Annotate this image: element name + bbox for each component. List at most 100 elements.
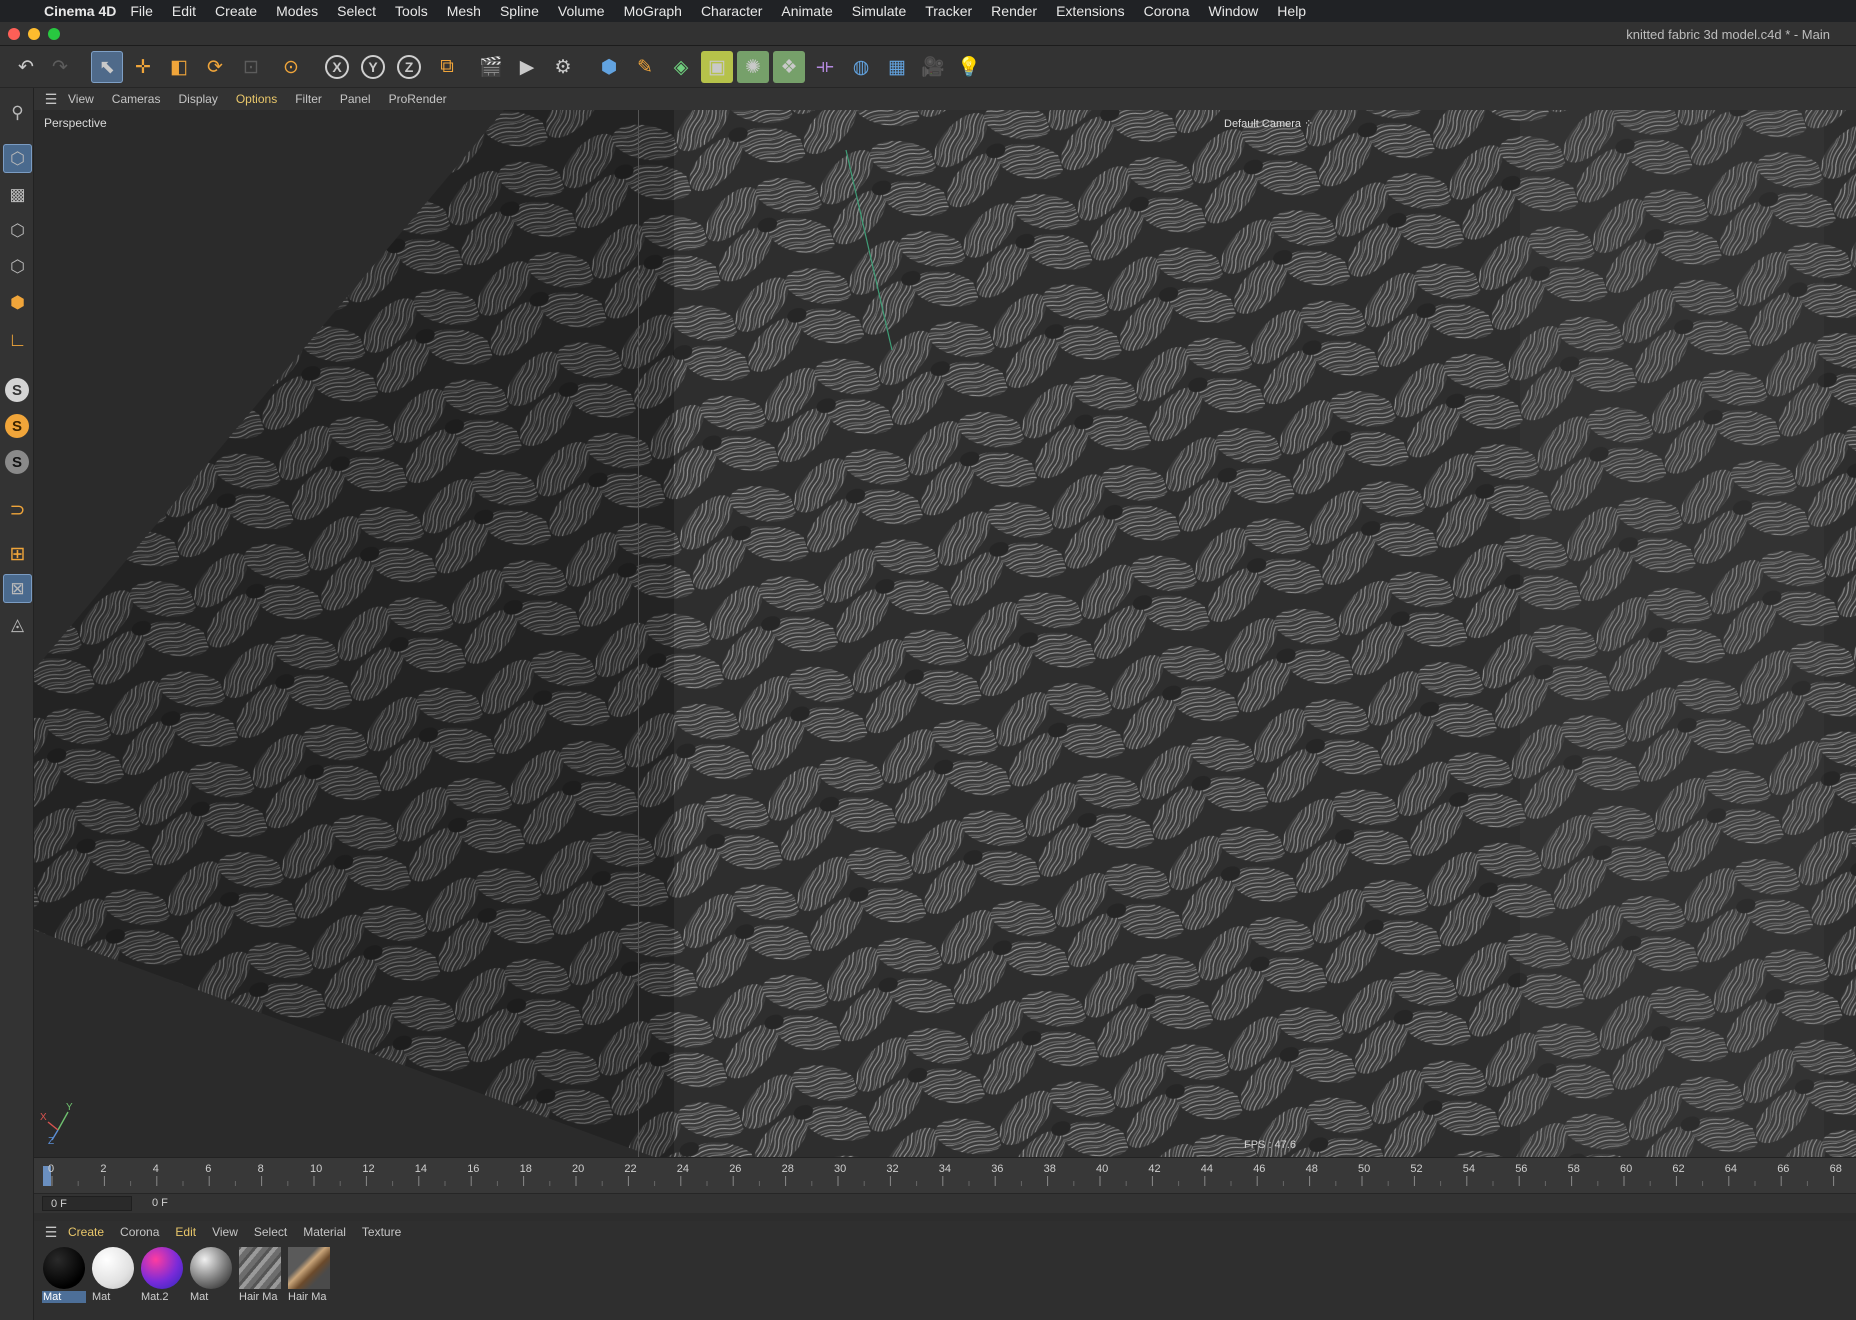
viewport-menu-filter[interactable]: Filter	[295, 92, 322, 106]
timeline-ruler[interactable]: 0 2 4 6 8 10 12 14 16 18 20 22 24 26 28 30 32 34 36 38 40 42 4…	[34, 1157, 1856, 1193]
menu-tools[interactable]: Tools	[395, 3, 428, 19]
locked-workplane-icon[interactable]: ⊠	[3, 574, 32, 603]
edges-mode-icon[interactable]: ⬡	[3, 252, 32, 281]
points-mode-icon[interactable]: ⬡	[3, 216, 32, 245]
recent-tool-icon[interactable]: ⊡	[235, 51, 267, 83]
make-editable-icon[interactable]: ⚲	[3, 98, 32, 127]
axis-mode-icon[interactable]: ∟	[3, 326, 32, 355]
timeline-ticks: 0 2 4 6 8 10 12 14 16 18 20 22 24 26 28 30 32 34 36 38 40 42 4…	[43, 1163, 1842, 1186]
light-object-icon[interactable]: 💡	[953, 51, 985, 83]
material-swatch[interactable]: Mat	[91, 1246, 135, 1308]
select-tool-icon[interactable]: ⬉	[91, 51, 123, 83]
timeline-tick-label: 64	[1725, 1163, 1737, 1175]
window-minimize-button[interactable]	[28, 28, 40, 40]
timeline-tick-label: 0	[48, 1163, 54, 1175]
pen-tool-icon[interactable]: ✎	[629, 51, 661, 83]
window-close-button[interactable]	[8, 28, 20, 40]
material-menu-edit[interactable]: Edit	[175, 1225, 196, 1239]
window-zoom-button[interactable]	[48, 28, 60, 40]
current-frame-readout: 0 F	[152, 1197, 168, 1209]
viewport-menu-prorender[interactable]: ProRender	[389, 92, 447, 106]
menu-volume[interactable]: Volume	[558, 3, 605, 19]
menu-mesh[interactable]: Mesh	[447, 3, 481, 19]
material-swatch[interactable]: Hair Ma	[238, 1246, 282, 1308]
undo-icon[interactable]: ↶	[10, 51, 42, 83]
planar-workplane-icon[interactable]: ◬	[3, 610, 32, 639]
cloner-icon[interactable]: ✺	[737, 51, 769, 83]
polygons-mode-icon[interactable]: ⬢	[3, 288, 32, 317]
cube-object-icon[interactable]: ⬢	[593, 51, 625, 83]
render-picture-viewer-icon[interactable]: ▶	[511, 51, 543, 83]
viewport-camera-label[interactable]: Default Camera ⁘	[1224, 117, 1313, 130]
deformer-icon[interactable]: ⟛	[809, 51, 841, 83]
render-settings-icon[interactable]: ⚙	[547, 51, 579, 83]
solo-off-icon[interactable]: S	[5, 378, 29, 402]
menu-simulate[interactable]: Simulate	[852, 3, 906, 19]
material-preview-hair-brown	[288, 1247, 330, 1289]
material-name: Mat	[190, 1291, 209, 1303]
viewport-menu-icon[interactable]: ☰	[34, 91, 68, 108]
menu-select[interactable]: Select	[337, 3, 376, 19]
menu-mograph[interactable]: MoGraph	[624, 3, 682, 19]
floor-object-icon[interactable]: ▦	[881, 51, 913, 83]
material-menu-view[interactable]: View	[212, 1225, 238, 1239]
material-swatch[interactable]: Mat	[42, 1246, 86, 1308]
menu-create[interactable]: Create	[215, 3, 257, 19]
scale-tool-icon[interactable]: ◧	[163, 51, 195, 83]
mograph-icon[interactable]: ❖	[773, 51, 805, 83]
perspective-viewport[interactable]: Perspective Default Camera ⁘ FPS : 47.6 …	[34, 110, 1856, 1157]
menu-window[interactable]: Window	[1209, 3, 1259, 19]
menu-character[interactable]: Character	[701, 3, 762, 19]
material-name: Mat	[42, 1291, 86, 1303]
material-swatch[interactable]: Mat	[189, 1246, 233, 1308]
menu-extensions[interactable]: Extensions	[1056, 3, 1124, 19]
material-menu-icon[interactable]: ☰	[34, 1224, 68, 1241]
texture-mode-icon[interactable]: ▩	[3, 180, 32, 209]
rotate-tool-icon[interactable]: ⟳	[199, 51, 231, 83]
menu-animate[interactable]: Animate	[781, 3, 832, 19]
menu-tracker[interactable]: Tracker	[925, 3, 972, 19]
extrude-generator-icon[interactable]: ▣	[701, 51, 733, 83]
live-selection-icon[interactable]: ⊙	[275, 51, 307, 83]
material-menu-select[interactable]: Select	[254, 1225, 287, 1239]
field-icon[interactable]: ◍	[845, 51, 877, 83]
coordinate-system-icon[interactable]: ⧉	[431, 51, 463, 83]
menu-app-name[interactable]: Cinema 4D	[44, 3, 116, 19]
workplane-icon[interactable]: ⊞	[3, 540, 32, 569]
material-menu-material[interactable]: Material	[303, 1225, 346, 1239]
timeline-tick-label: 44	[1201, 1163, 1213, 1175]
menu-modes[interactable]: Modes	[276, 3, 318, 19]
menu-edit[interactable]: Edit	[172, 3, 196, 19]
menu-help[interactable]: Help	[1277, 3, 1306, 19]
menu-file[interactable]: File	[130, 3, 153, 19]
material-menu-texture[interactable]: Texture	[362, 1225, 401, 1239]
x-axis-lock-icon[interactable]: X	[325, 55, 349, 79]
viewport-menu-display[interactable]: Display	[178, 92, 217, 106]
redo-icon[interactable]: ↷	[44, 51, 76, 83]
subdivision-surface-icon[interactable]: ◈	[665, 51, 697, 83]
start-frame-field[interactable]: 0 F	[42, 1196, 132, 1211]
material-menu-corona[interactable]: Corona	[120, 1225, 159, 1239]
viewport-menu-cameras[interactable]: Cameras	[112, 92, 161, 106]
y-axis-lock-icon[interactable]: Y	[361, 55, 385, 79]
viewport-menu-options[interactable]: Options	[236, 92, 277, 106]
material-menu-create[interactable]: Create	[68, 1225, 104, 1239]
viewport-menu-panel[interactable]: Panel	[340, 92, 371, 106]
material-swatch[interactable]: Hair Ma	[287, 1246, 331, 1308]
gizmo-x-label: X	[40, 1112, 47, 1123]
z-axis-lock-icon[interactable]: Z	[397, 55, 421, 79]
material-swatch[interactable]: Mat.2	[140, 1246, 184, 1308]
render-view-icon[interactable]: 🎬	[475, 51, 507, 83]
solo-single-icon[interactable]: S	[5, 414, 29, 438]
move-tool-icon[interactable]: ✛	[127, 51, 159, 83]
solo-hierarchy-icon[interactable]: S	[5, 450, 29, 474]
snap-magnet-icon[interactable]: ⊃	[3, 496, 32, 525]
menu-corona[interactable]: Corona	[1144, 3, 1190, 19]
viewport-menu-view[interactable]: View	[68, 92, 94, 106]
model-mode-icon[interactable]: ⬡	[3, 144, 32, 173]
menu-render[interactable]: Render	[991, 3, 1037, 19]
material-preview-gradient	[141, 1247, 183, 1289]
camera-object-icon[interactable]: 🎥	[917, 51, 949, 83]
viewport-projection-label[interactable]: Perspective	[44, 116, 107, 130]
menu-spline[interactable]: Spline	[500, 3, 539, 19]
